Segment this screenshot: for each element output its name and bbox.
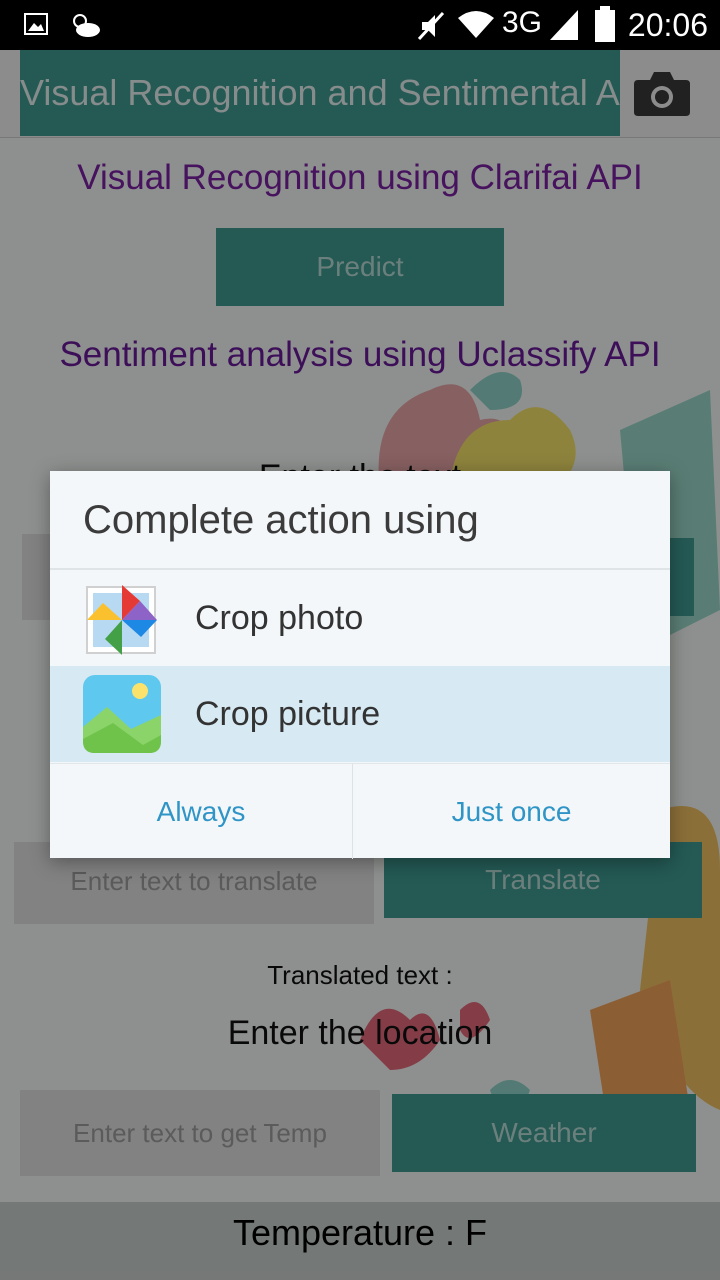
dialog-actions: Always Just once bbox=[50, 763, 670, 859]
complete-action-dialog: Complete action using Crop photo Crop pi… bbox=[50, 471, 670, 859]
option-crop-picture[interactable]: Crop picture bbox=[50, 666, 670, 762]
option-label: Crop photo bbox=[195, 599, 364, 637]
dialog-title: Complete action using bbox=[83, 498, 479, 542]
image-icon bbox=[24, 13, 48, 35]
wifi-icon bbox=[458, 11, 494, 38]
gallery-picture-icon bbox=[83, 675, 161, 753]
battery-icon bbox=[595, 6, 615, 42]
photos-pinwheel-icon bbox=[86, 585, 157, 655]
network-type: 3G bbox=[502, 6, 543, 39]
always-button[interactable]: Always bbox=[50, 764, 353, 859]
weather-icon bbox=[73, 14, 100, 37]
clock: 20:06 bbox=[627, 7, 708, 43]
mute-icon bbox=[417, 11, 445, 41]
just-once-button[interactable]: Just once bbox=[353, 764, 670, 859]
signal-icon bbox=[550, 10, 578, 40]
option-label: Crop picture bbox=[195, 695, 381, 733]
option-crop-photo[interactable]: Crop photo bbox=[50, 570, 670, 666]
status-bar: 3G 20:06 bbox=[0, 0, 720, 50]
